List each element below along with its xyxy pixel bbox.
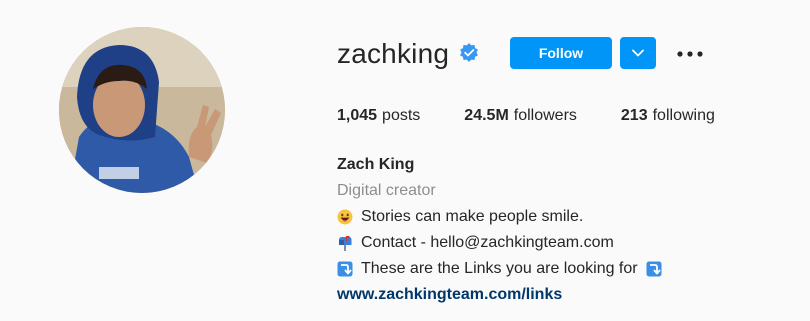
following-count[interactable]: 213 following [621, 104, 715, 128]
smiley-emoji-icon [337, 209, 353, 225]
ellipsis-icon [677, 51, 703, 57]
bio-text: Stories can make people smile. [361, 208, 584, 225]
more-options-button[interactable] [676, 40, 704, 68]
full-name: Zach King [337, 156, 415, 173]
suggested-dropdown-button[interactable] [620, 37, 656, 69]
profile-bio: Zach King Digital creator Stories can ma… [337, 152, 662, 308]
posts-number: 1,045 [337, 107, 378, 124]
follow-button[interactable]: Follow [510, 37, 612, 69]
posts-label: posts [382, 107, 421, 124]
bio-text: Contact - hello@zachkingteam.com [361, 234, 614, 251]
profile-avatar[interactable] [59, 27, 225, 193]
bio-line: Stories can make people smile. [337, 204, 662, 230]
following-label: following [652, 107, 715, 124]
mailbox-emoji-icon [339, 236, 352, 251]
avatar-photo [59, 27, 225, 193]
bio-line: Contact - hello@zachkingteam.com [337, 230, 662, 256]
arrow-emoji-icon [337, 261, 353, 277]
followers-number: 24.5M [464, 107, 509, 124]
posts-count: 1,045 posts [337, 104, 420, 128]
website-line: www.zachkingteam.com/links [337, 282, 662, 308]
followers-label: followers [513, 107, 577, 124]
followers-count[interactable]: 24.5M followers [464, 104, 577, 128]
profile-stats: 1,045 posts 24.5M followers 213 following [337, 104, 759, 128]
category-label: Digital creator [337, 182, 436, 199]
bio-line: These are the Links you are looking for [337, 256, 662, 282]
chevron-down-icon [632, 49, 644, 57]
profile-username: zachking [337, 38, 450, 69]
verified-badge-icon [460, 43, 478, 62]
arrow-emoji-icon [646, 261, 662, 277]
following-number: 213 [620, 107, 648, 124]
bio-text: These are the Links you are looking for [361, 260, 638, 277]
website-link[interactable]: www.zachkingteam.com/links [337, 286, 562, 303]
